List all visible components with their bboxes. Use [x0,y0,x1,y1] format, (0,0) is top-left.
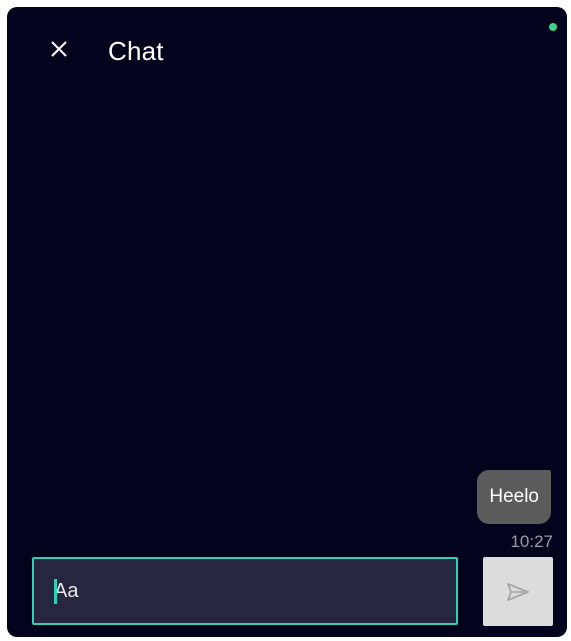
message-input[interactable] [54,559,444,623]
close-icon [51,41,67,57]
text-cursor [54,579,57,604]
close-button[interactable] [43,33,75,65]
chat-header: Chat [7,7,567,97]
message-bubble: Heelo [477,470,551,524]
message-input-container [32,557,458,625]
send-icon [507,582,529,601]
chat-title: Chat [108,36,164,66]
message-timestamp: 10:27 [510,532,553,551]
send-button[interactable] [483,557,553,626]
chat-panel: Chat Heelo 10:27 [7,7,567,637]
message-list: Heelo 10:27 [7,97,567,551]
